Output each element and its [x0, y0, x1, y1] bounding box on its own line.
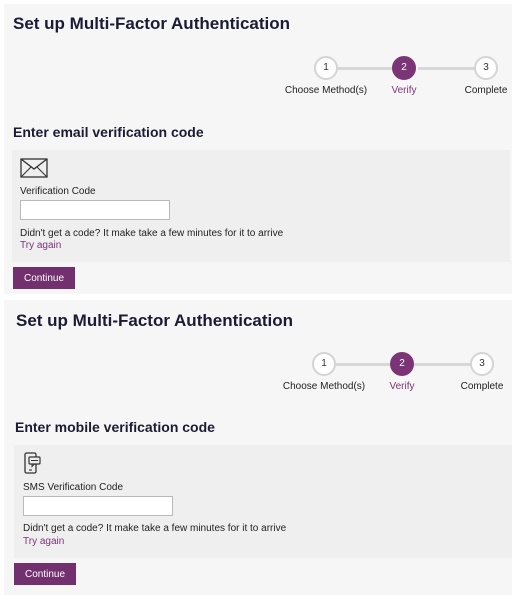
continue-button[interactable]: Continue [13, 267, 76, 289]
try-again-link[interactable]: Try again [20, 240, 61, 251]
step-1-circle: 1 [314, 56, 338, 80]
step-2-circle: 2 [392, 56, 416, 80]
step-3-circle: 3 [474, 56, 498, 80]
email-verification-panel: Set up Multi-Factor Authentication 1 2 3… [4, 4, 512, 294]
mobile-verification-panel: Set up Multi-Factor Authentication 1 2 3… [4, 300, 512, 595]
continue-button[interactable]: Continue [14, 563, 77, 585]
progress-stepper: 1 2 3 Choose Method(s) Verify Complete [272, 56, 507, 106]
page-title: Set up Multi-Factor Authentication [13, 14, 291, 33]
try-again-link[interactable]: Try again [23, 536, 64, 547]
section-title: Enter email verification code [13, 124, 204, 140]
step-1-label: Choose Method(s) [284, 85, 368, 96]
verification-code-input[interactable] [20, 200, 170, 220]
step-3-label: Complete [464, 85, 508, 96]
envelope-icon [20, 158, 48, 183]
sms-code-label: SMS Verification Code [23, 482, 124, 493]
resend-hint: Didn't get a code? It make take a few mi… [23, 523, 287, 534]
step-2-label: Verify [391, 85, 417, 96]
phone-message-icon [23, 452, 43, 481]
step-3-circle: 3 [470, 352, 494, 376]
step-2-label: Verify [389, 381, 415, 392]
step-1-label: Choose Method(s) [282, 381, 366, 392]
verification-card: SMS Verification Code Didn't get a code?… [14, 445, 512, 558]
step-3-label: Complete [460, 381, 504, 392]
section-title: Enter mobile verification code [15, 419, 215, 435]
resend-hint: Didn't get a code? It make take a few mi… [20, 228, 284, 239]
step-2-circle: 2 [390, 352, 414, 376]
verification-card: Verification Code Didn't get a code? It … [12, 150, 510, 262]
step-1-circle: 1 [312, 352, 336, 376]
page-title: Set up Multi-Factor Authentication [16, 311, 294, 330]
verification-code-label: Verification Code [20, 186, 96, 197]
sms-code-input[interactable] [23, 496, 173, 516]
progress-stepper: 1 2 3 Choose Method(s) Verify Complete [272, 352, 504, 402]
